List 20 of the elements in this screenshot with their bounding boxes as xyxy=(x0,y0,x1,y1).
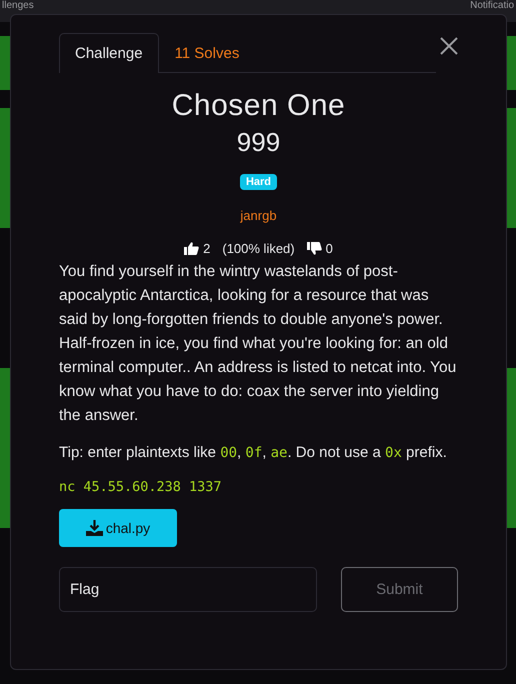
download-button[interactable]: chal.py xyxy=(59,509,177,547)
dislike-count: 0 xyxy=(326,241,333,256)
download-icon xyxy=(86,520,103,536)
challenge-description: You find yourself in the wintry wastelands of post-apocalyptic Antarctica, looking for a resource that was said by long-forgotten friends to double anyone's power. Half-frozen in ice, you find what you're looking for: an old terminal computer.. An address is listed to netcat into. You know what you have to do: coax the server into yielding the answer. xyxy=(59,262,458,426)
flag-field[interactable]: Flag xyxy=(59,567,317,612)
like-count: 2 xyxy=(203,241,210,256)
author-link[interactable]: janrgb xyxy=(240,208,277,223)
thumbs-up-icon[interactable] xyxy=(184,242,200,255)
challenge-points: 999 xyxy=(236,127,280,158)
thumbs-down-icon[interactable] xyxy=(306,242,322,255)
tab[interactable]: 11 Solves xyxy=(158,33,256,73)
like-percentage: (100% liked) xyxy=(222,241,295,256)
nav-link[interactable]: llenges xyxy=(2,0,34,12)
tab[interactable]: Challenge xyxy=(59,33,159,73)
connection-command: nc 45.55.60.238 1337 xyxy=(59,479,223,495)
nav-link[interactable]: Notificatio xyxy=(470,0,514,12)
tip-text: Tip: enter plaintexts like 00, 0f, ae. Do not use a 0x prefix. xyxy=(59,444,448,461)
difficulty-tag: Hard xyxy=(240,174,278,190)
close-icon[interactable] xyxy=(440,37,458,55)
challenge-title: Chosen One xyxy=(172,89,346,123)
